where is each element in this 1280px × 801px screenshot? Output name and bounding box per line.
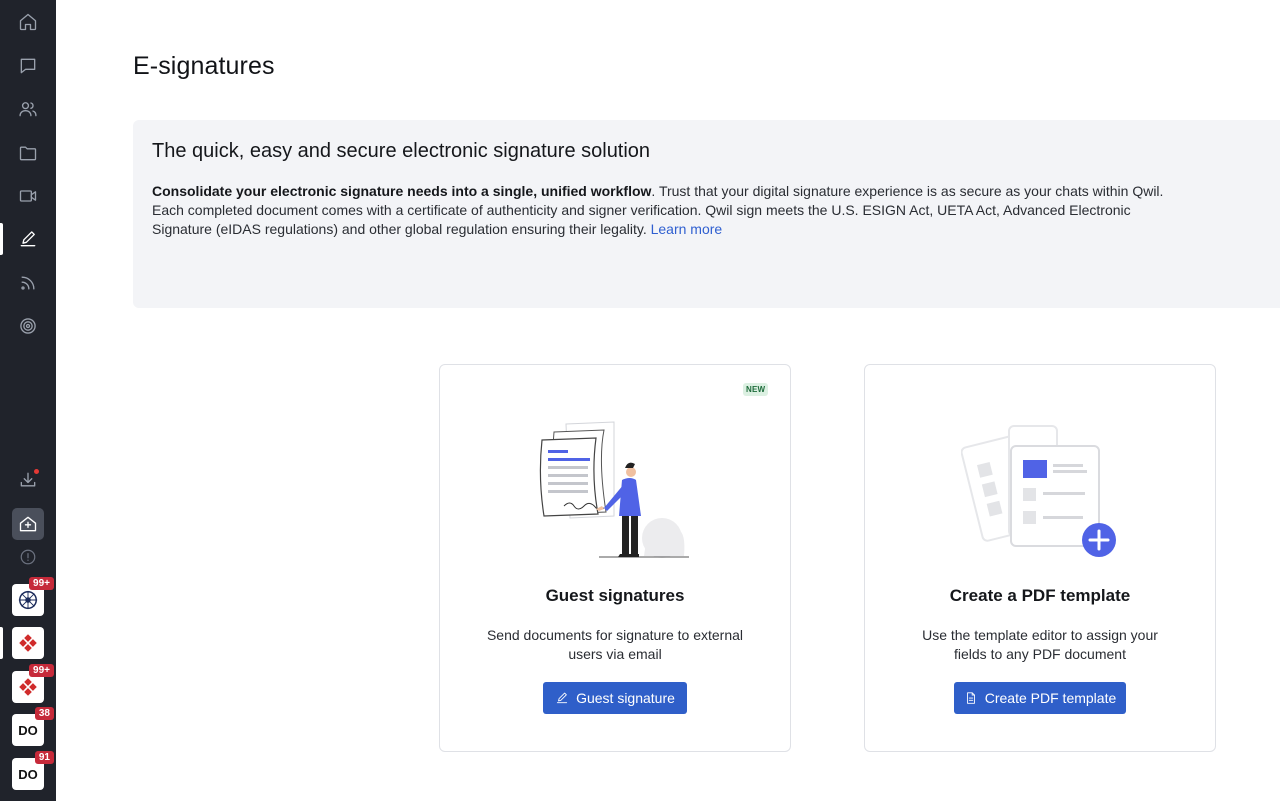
contacts-icon — [19, 102, 37, 117]
new-badge: NEW — [743, 383, 769, 396]
sidebar-item-chats[interactable] — [0, 48, 56, 84]
sidebar-item-contacts[interactable] — [0, 91, 56, 127]
org-initials: DO — [18, 722, 38, 738]
notification-dot — [34, 469, 39, 474]
card-description: Send documents for signature to external… — [486, 627, 744, 662]
target-icon — [20, 318, 36, 334]
signature-illustration — [539, 421, 689, 558]
org-switch-2[interactable] — [12, 627, 44, 659]
org-switch-1[interactable]: 99+ — [12, 577, 54, 616]
org-badge: 99+ — [29, 664, 54, 677]
folder-icon — [19, 146, 37, 161]
chat-icon — [20, 58, 36, 74]
alert-icon[interactable] — [18, 547, 38, 567]
active-org-marker — [0, 627, 3, 659]
download-button[interactable] — [0, 462, 56, 498]
diamond-logo-icon — [19, 634, 37, 652]
banner-bold-text: Consolidate your electronic signature ne… — [152, 183, 652, 199]
org-initials: DO — [18, 766, 38, 782]
guest-signatures-card[interactable]: NEW Guest signatures Send documents for … — [439, 364, 791, 752]
video-icon — [19, 190, 37, 202]
banner-title: The quick, easy and secure electronic si… — [152, 140, 651, 162]
pdf-template-illustration — [961, 425, 1116, 557]
banner-text: Consolidate your electronic signature ne… — [152, 182, 1172, 239]
create-pdf-template-button[interactable]: Create PDF template — [954, 682, 1126, 714]
feed-icon — [21, 276, 35, 290]
page-title: E-signatures — [133, 52, 275, 80]
home-icon — [19, 13, 37, 31]
home-plus-icon — [19, 516, 37, 532]
button-label: Guest signature — [576, 690, 675, 706]
pen-icon — [20, 231, 36, 247]
sidebar-item-feed[interactable] — [0, 265, 56, 301]
diamond-logo-icon — [19, 678, 37, 696]
card-title: Guest signatures — [545, 586, 685, 605]
org-badge: 99+ — [29, 577, 54, 590]
new-space-button[interactable] — [12, 508, 44, 540]
org-switch-5[interactable]: DO 91 — [12, 751, 54, 790]
card-title: Create a PDF template — [949, 586, 1131, 605]
learn-more-link[interactable]: Learn more — [651, 221, 723, 237]
pen-icon — [556, 692, 568, 704]
sidebar-item-esignatures[interactable] — [0, 221, 56, 257]
guest-signature-button[interactable]: Guest signature — [543, 682, 687, 714]
org-badge: 91 — [34, 751, 54, 764]
compass-logo-icon — [18, 590, 38, 610]
document-icon — [966, 692, 975, 704]
sidebar-item-goals[interactable] — [0, 308, 56, 344]
button-label: Create PDF template — [984, 690, 1117, 706]
sidebar-item-home[interactable] — [0, 4, 56, 40]
sidebar-item-files[interactable] — [0, 135, 56, 171]
org-switch-3[interactable]: 99+ — [12, 664, 54, 703]
card-description: Use the template editor to assign your f… — [922, 627, 1158, 662]
org-switch-4[interactable]: DO 38 — [12, 707, 54, 746]
org-badge: 38 — [34, 707, 54, 720]
pdf-template-card[interactable]: Create a PDF template Use the template e… — [864, 364, 1216, 752]
info-banner: The quick, easy and secure electronic si… — [133, 120, 1280, 308]
sidebar: 99+ 99+ DO 38 DO 91 — [0, 0, 56, 801]
sidebar-item-video[interactable] — [0, 178, 56, 214]
